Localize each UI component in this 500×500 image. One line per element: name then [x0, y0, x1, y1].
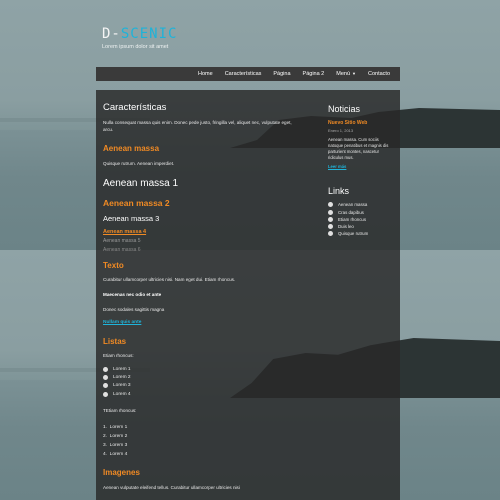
list-item: 3. Lorem 3 [103, 443, 128, 448]
sidebar-link[interactable]: Duis leo [328, 224, 354, 229]
bullet-icon [328, 202, 333, 207]
ordered-list-label: TEtiam rhoncus: [103, 408, 137, 413]
bullet-icon [103, 392, 108, 397]
nav-item-home[interactable]: Home [192, 71, 219, 77]
list-item: Lorem 2 [103, 375, 131, 380]
bullet-icon [328, 217, 333, 222]
section-heading-aenean-massa: Aenean massa [103, 144, 160, 153]
bullet-icon [328, 210, 333, 215]
bullet-icon [103, 367, 108, 372]
site-title-main: D- [102, 26, 121, 42]
list-item: 1. Lorem 1 [103, 425, 128, 430]
chevron-down-icon: ▼ [352, 71, 356, 76]
unordered-list-label: Etiam rhoncus: [103, 353, 134, 358]
section-heading-imagenes: Imagenes [103, 468, 140, 477]
sidebar-heading-noticias: Noticias [328, 104, 361, 114]
section-text: Quisque rutrum. Aenean imperdiet. [103, 161, 175, 166]
heading-1: Aenean massa 1 [103, 178, 179, 189]
heading-4: Aenean massa 4 [103, 229, 147, 235]
content-panel: Características Nulla consequat massa qu… [96, 90, 400, 500]
list-item: Lorem 1 [103, 367, 131, 372]
news-title[interactable]: Nuevo Sitio Web [328, 120, 367, 126]
nav-item-menu[interactable]: Menú ▼ [330, 71, 362, 77]
texto-bold-text: Maecenas nec odio et ante [103, 292, 162, 297]
sidebar-heading-links: Links [328, 186, 350, 196]
site-tagline: Lorem ipsum dolor sit amet [102, 44, 169, 50]
list-item: Lorem 4 [103, 392, 131, 397]
texto-paragraph-1: Curabitur ullamcorper ultricies nisi. Na… [103, 277, 236, 282]
main-nav: Home Características Página Página 2 Men… [96, 67, 400, 81]
news-read-more-link[interactable]: Leer más [328, 164, 346, 169]
list-item: 2. Lorem 2 [103, 434, 128, 439]
section-heading-texto: Texto [103, 261, 124, 270]
news-text: Aenean massa. Cum sociis natoque penatib… [328, 137, 389, 160]
nav-item-menu-label: Menú [336, 71, 351, 77]
site-title[interactable]: D-SCENIC [102, 26, 177, 42]
texto-link[interactable]: Nullam quis ante [103, 320, 141, 325]
nav-item-pagina-2[interactable]: Página 2 [297, 71, 331, 77]
list-item: Lorem 3 [103, 383, 131, 388]
texto-paragraph-2: Donec sodales sagittis magna [103, 307, 165, 312]
bullet-icon [103, 375, 108, 380]
heading-6: Aenean massa 6 [103, 247, 141, 253]
sidebar-link[interactable]: Aenean massa [328, 202, 367, 207]
site-title-accent: SCENIC [120, 26, 178, 42]
sidebar-link[interactable]: Quisque rutrum [328, 231, 368, 236]
imagenes-text: Aenean vulputate eleifend tellus. Curabi… [103, 485, 240, 490]
intro-text: Nulla consequat massa quis enim. Donec p… [103, 120, 292, 132]
section-heading-listas: Listas [103, 337, 127, 346]
page-title: Características [103, 102, 167, 113]
sidebar-link[interactable]: Etiam rhoncus [328, 217, 366, 222]
list-item: 4. Lorem 4 [103, 452, 128, 457]
nav-item-pagina[interactable]: Página [267, 71, 296, 77]
nav-item-contacto[interactable]: Contacto [362, 71, 396, 77]
bullet-icon [103, 383, 108, 388]
news-date: Enero 1, 2013 [328, 128, 354, 133]
sidebar-link[interactable]: Cras dapibus [328, 210, 364, 215]
heading-3: Aenean massa 3 [103, 214, 160, 223]
nav-item-caracteristicas[interactable]: Características [219, 71, 268, 77]
heading-2: Aenean massa 2 [103, 198, 170, 208]
bullet-icon [328, 231, 333, 236]
heading-5: Aenean massa 5 [103, 238, 141, 244]
bullet-icon [328, 224, 333, 229]
